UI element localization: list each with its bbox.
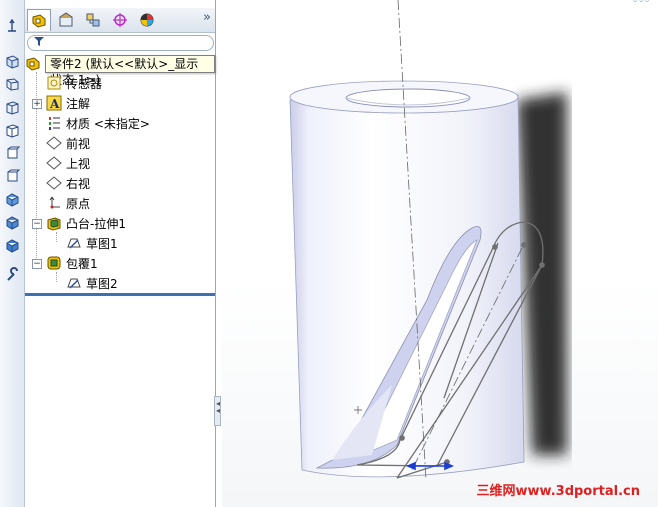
tree-filter-input[interactable] <box>27 35 214 51</box>
isometric-view-icon[interactable] <box>2 52 21 70</box>
tab-overflow-button[interactable]: » <box>203 10 211 25</box>
wrap-icon <box>46 255 62 271</box>
part-icon <box>25 56 41 72</box>
right-view-icon[interactable] <box>2 236 21 254</box>
boss-extrude-icon <box>46 215 62 231</box>
panel-splitter-handle[interactable]: ◂ ◂ <box>214 396 221 426</box>
tree-item-label: 凸台-拉伸1 <box>66 216 126 231</box>
view-toolbar <box>0 0 25 507</box>
tree-item-top-plane[interactable]: 上视 <box>46 154 90 172</box>
tree-item-right-plane[interactable]: 右视 <box>46 174 90 192</box>
tree-item-label: 前视 <box>66 136 91 151</box>
left-view-icon[interactable] <box>2 167 21 185</box>
bottom-view-icon[interactable] <box>2 213 21 231</box>
manager-tabs: » <box>25 8 215 33</box>
filter-icon <box>34 36 44 50</box>
material-icon <box>46 115 62 131</box>
grip-icon: ◂ ◂ <box>216 399 221 415</box>
collapse-wrap-icon[interactable]: − <box>32 259 42 269</box>
tree-item-wrap1[interactable]: 包覆1 <box>46 254 98 272</box>
tree-item-sensors[interactable]: 传感器 <box>46 74 102 92</box>
tree-item-front-plane[interactable]: 前视 <box>46 134 90 152</box>
tree-item-label: 草图2 <box>86 276 118 291</box>
tree-item-boss-extrude1[interactable]: 凸台-拉伸1 <box>46 214 126 232</box>
plane-icon <box>46 135 62 151</box>
configurationmanager-tab-icon[interactable] <box>81 9 105 31</box>
top-view-icon[interactable] <box>2 190 21 208</box>
tree-item-label: 材质 <未指定> <box>66 116 150 131</box>
sketch-icon <box>66 235 82 251</box>
tree-connector <box>56 272 57 282</box>
collapse-boss-extrude-icon[interactable]: − <box>32 219 42 229</box>
dimetric-view-icon[interactable] <box>2 98 21 116</box>
tree-item-label: 草图1 <box>86 236 118 251</box>
trimetric-view-icon[interactable] <box>2 75 21 93</box>
wrench-icon[interactable] <box>2 266 21 284</box>
rollback-bar[interactable] <box>25 293 215 296</box>
part-root[interactable]: 零件2 (默认<<默认>_显示状态 1>) <box>25 54 215 87</box>
tree-item-sketch2[interactable]: 草图2 <box>66 274 118 292</box>
tree-item-origin[interactable]: 原点 <box>46 194 90 212</box>
tree-item-label: 右视 <box>66 176 91 191</box>
normal-to-icon[interactable] <box>2 18 21 36</box>
display-manager-tab-icon[interactable] <box>135 9 159 31</box>
plane-icon <box>46 175 62 191</box>
annotation-icon: A <box>46 95 62 111</box>
tree-item-label: 注解 <box>66 96 91 111</box>
svg-text:A: A <box>49 97 60 111</box>
graphics-area[interactable]: ◦◦◦ 三维网www.3dportal.cn <box>222 0 658 507</box>
part-label: 零件2 (默认<<默认>_显示状态 1>) <box>45 55 215 87</box>
tree-item-label: 原点 <box>66 196 91 211</box>
sketch-icon <box>66 275 82 291</box>
tree-item-label: 传感器 <box>66 76 103 91</box>
tree-item-annotations[interactable]: A 注解 <box>46 94 90 112</box>
back-view-icon[interactable] <box>2 144 21 162</box>
tree-item-label: 包覆1 <box>66 256 98 271</box>
tree-connector <box>56 232 57 242</box>
feature-manager-panel: » 零件2 (默认<<默认>_显示状态 1>) 传感器 + A 注解 材质 <未… <box>25 0 216 507</box>
expand-annotations-icon[interactable]: + <box>32 99 42 109</box>
dimxpert-tab-icon[interactable] <box>108 9 132 31</box>
sensor-icon <box>46 75 62 91</box>
model-viewport[interactable] <box>222 0 658 507</box>
origin-icon <box>46 195 62 211</box>
tree-item-label: 上视 <box>66 156 91 171</box>
plane-icon <box>46 155 62 171</box>
featuremanager-tab-icon[interactable] <box>27 9 51 31</box>
front-view-icon[interactable] <box>2 121 21 139</box>
model-shadow <box>517 92 567 455</box>
tree-item-material[interactable]: 材质 <未指定> <box>46 114 150 132</box>
watermark: 三维网www.3dportal.cn <box>476 484 640 499</box>
propertymanager-tab-icon[interactable] <box>54 9 78 31</box>
tree-item-sketch1[interactable]: 草图1 <box>66 234 118 252</box>
